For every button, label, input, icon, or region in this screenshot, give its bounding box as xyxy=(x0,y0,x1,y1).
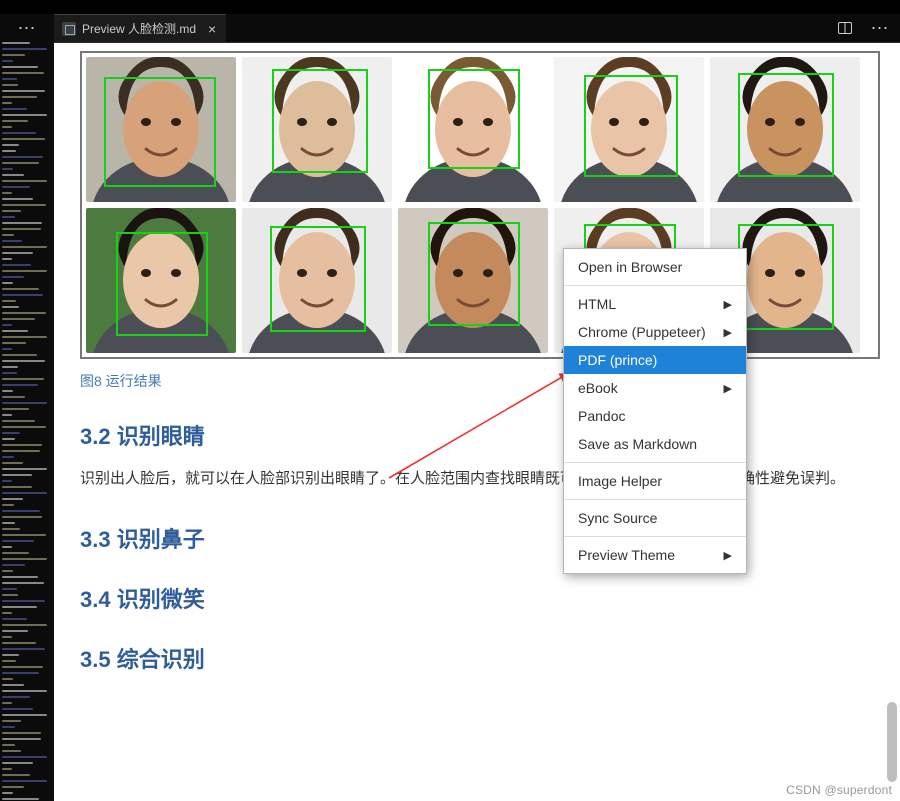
menu-item-label: eBook xyxy=(578,380,618,396)
heading-3-5: 3.5 综合识别 xyxy=(80,642,880,674)
chevron-right-icon: ▶ xyxy=(724,298,732,311)
menu-item-label: Pandoc xyxy=(578,408,625,424)
scrollbar-thumb[interactable] xyxy=(887,702,897,782)
face-cell-1 xyxy=(242,57,392,202)
detection-box xyxy=(428,222,520,326)
figure-frame xyxy=(80,51,880,359)
heading-3-3: 3.3 识别鼻子 xyxy=(80,522,880,554)
title-bar xyxy=(0,0,900,14)
menu-item-label: Sync Source xyxy=(578,510,657,526)
window-root: { "tab": { "title": "Preview 人脸检测.md", "… xyxy=(0,0,900,801)
paragraph-3-2: 识别出人脸后，就可以在人脸部识别出眼睛了。在人脸范围内查找眼睛既可以提高效率也可… xyxy=(80,465,880,494)
menu-separator xyxy=(564,499,746,500)
minimap[interactable] xyxy=(0,42,54,801)
figure-caption: 图8 运行结果 xyxy=(80,371,880,391)
menu-item-label: Chrome (Puppeteer) xyxy=(578,324,706,340)
chevron-right-icon: ▶ xyxy=(724,549,732,562)
menu-item-label: PDF (prince) xyxy=(578,352,657,368)
detection-box xyxy=(116,232,208,336)
detection-box xyxy=(738,73,834,177)
detection-box xyxy=(584,75,678,177)
menu-item-html[interactable]: HTML ▶ xyxy=(564,290,746,318)
menu-item-pandoc[interactable]: Pandoc xyxy=(564,402,746,430)
faces-grid xyxy=(86,57,874,353)
document: 图8 运行结果 3.2 识别眼睛 识别出人脸后，就可以在人脸部识别出眼睛了。在人… xyxy=(80,43,880,688)
menu-item-image-helper[interactable]: Image Helper xyxy=(564,467,746,495)
menu-item-preview-theme[interactable]: Preview Theme ▶ xyxy=(564,541,746,569)
preview-pane[interactable]: 图8 运行结果 3.2 识别眼睛 识别出人脸后，就可以在人脸部识别出眼睛了。在人… xyxy=(54,42,900,801)
menu-item-label: HTML xyxy=(578,296,616,312)
tab-preview[interactable]: Preview 人脸检测.md × xyxy=(54,14,226,42)
menu-item-pdf-prince[interactable]: PDF (prince) xyxy=(564,346,746,374)
chevron-right-icon: ▶ xyxy=(724,326,732,339)
menu-item-chrome-puppeteer[interactable]: Chrome (Puppeteer) ▶ xyxy=(564,318,746,346)
face-cell-5 xyxy=(86,208,236,353)
vertical-scrollbar[interactable] xyxy=(887,42,897,798)
tab-bar: ⋯ Preview 人脸检测.md × ⋯ xyxy=(0,14,900,42)
chevron-right-icon: ▶ xyxy=(724,382,732,395)
detection-box xyxy=(738,224,834,330)
face-cell-3 xyxy=(554,57,704,202)
watermark: CSDN @superdont xyxy=(786,783,892,797)
tab-bar-spacer xyxy=(226,14,830,42)
menu-item-save-as-markdown[interactable]: Save as Markdown xyxy=(564,430,746,458)
menu-item-label: Image Helper xyxy=(578,473,662,489)
face-cell-0 xyxy=(86,57,236,202)
detection-box xyxy=(104,77,216,187)
menu-separator xyxy=(564,536,746,537)
context-menu[interactable]: Open in BrowserHTML▶Chrome (Puppeteer)▶P… xyxy=(563,248,747,574)
split-editor-icon[interactable] xyxy=(830,14,860,42)
detection-box xyxy=(270,226,366,332)
menu-item-label: Open in Browser xyxy=(578,259,682,275)
tab-file-icon xyxy=(62,22,76,36)
detection-box xyxy=(272,69,368,173)
heading-3-2: 3.2 识别眼睛 xyxy=(80,419,880,451)
detection-box xyxy=(428,69,520,169)
overflow-left-button[interactable]: ⋯ xyxy=(0,14,54,42)
heading-3-4: 3.4 识别微笑 xyxy=(80,582,880,614)
menu-item-sync-source[interactable]: Sync Source xyxy=(564,504,746,532)
tab-title: Preview 人脸检测.md xyxy=(82,20,196,37)
menu-separator xyxy=(564,462,746,463)
menu-separator xyxy=(564,285,746,286)
menu-item-open-in-browser[interactable]: Open in Browser xyxy=(564,253,746,281)
face-cell-7 xyxy=(398,208,548,353)
minimap-content xyxy=(2,42,52,801)
menu-item-ebook[interactable]: eBook ▶ xyxy=(564,374,746,402)
menu-item-label: Preview Theme xyxy=(578,547,675,563)
menu-item-label: Save as Markdown xyxy=(578,436,697,452)
tab-close-button[interactable]: × xyxy=(206,21,218,37)
face-cell-4 xyxy=(710,57,860,202)
face-cell-6 xyxy=(242,208,392,353)
overflow-right-button[interactable]: ⋯ xyxy=(860,14,900,42)
face-cell-2 xyxy=(398,57,548,202)
